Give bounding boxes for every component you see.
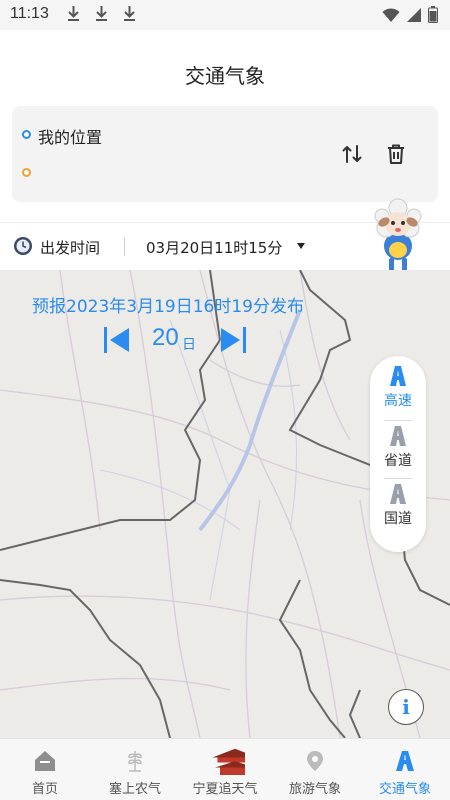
location-pin-icon xyxy=(307,751,323,771)
home-icon xyxy=(35,751,55,771)
route-card: 我的位置 xyxy=(12,106,438,202)
status-time: 11:13 xyxy=(10,5,49,22)
nav-label: 旅游气象 xyxy=(288,782,341,797)
app-header: 交通气象 xyxy=(0,30,450,102)
status-right xyxy=(382,6,438,23)
departure-time-select[interactable]: 03月20日11时15分 xyxy=(146,237,282,258)
road-type-selector: 高速 省道 国道 xyxy=(370,356,426,552)
bottom-nav: 首页 塞上农气 宁夏追天气 旅游气象 交通气象 xyxy=(0,738,450,800)
info-button[interactable]: i xyxy=(388,689,424,725)
signal-icon xyxy=(407,7,421,22)
nav-agri-weather[interactable]: 塞上农气 xyxy=(90,739,180,800)
next-day-button[interactable] xyxy=(220,327,246,353)
trash-icon xyxy=(388,144,404,164)
swap-icon xyxy=(342,145,362,163)
map-view[interactable]: 预报2023年3月19日16时19分发布 20 日 高速 省道 国道 i xyxy=(0,270,450,738)
agriculture-icon xyxy=(128,751,142,772)
download-icon xyxy=(96,6,107,21)
highway-icon xyxy=(390,366,406,386)
download-icon xyxy=(68,6,79,21)
start-point-icon xyxy=(22,130,31,139)
page-title: 交通气象 xyxy=(185,64,265,88)
road-type-label: 高速 xyxy=(384,393,412,409)
day-unit: 日 xyxy=(182,337,196,353)
departure-label: 出发时间 xyxy=(40,239,101,257)
nav-label: 首页 xyxy=(31,782,58,797)
day-value: 20 xyxy=(152,324,179,351)
info-icon: i xyxy=(402,695,410,719)
divider xyxy=(384,478,412,479)
nav-ningxia-weather[interactable]: 宁夏追天气 xyxy=(180,739,270,800)
caret-down-icon[interactable] xyxy=(296,241,306,251)
divider xyxy=(124,238,125,256)
landmark-icon xyxy=(212,748,245,775)
status-bar: 11:13 xyxy=(0,0,450,30)
nav-label: 交通气象 xyxy=(378,782,431,797)
mascot-sheep-icon[interactable] xyxy=(370,196,426,278)
road-type-highway[interactable]: 高速 xyxy=(370,364,426,420)
road-type-label: 国道 xyxy=(384,511,412,527)
road-type-provincial[interactable]: 省道 xyxy=(370,424,426,480)
road-icon xyxy=(396,751,414,771)
day-navigator: 20 日 xyxy=(104,324,246,356)
nav-label: 宁夏追天气 xyxy=(192,782,258,797)
battery-icon xyxy=(428,6,438,23)
end-point-icon xyxy=(22,168,31,177)
download-icon xyxy=(124,6,135,21)
swap-route-button[interactable] xyxy=(340,142,364,166)
nav-traffic-weather[interactable]: 交通气象 xyxy=(360,739,450,800)
clear-route-button[interactable] xyxy=(384,142,408,166)
forecast-issue-text: 预报2023年3月19日16时19分发布 xyxy=(32,297,304,317)
road-type-national[interactable]: 国道 xyxy=(370,482,426,538)
wifi-icon xyxy=(382,7,400,22)
nav-label: 塞上农气 xyxy=(108,782,161,797)
previous-day-button[interactable] xyxy=(104,327,130,353)
provincial-road-icon xyxy=(390,426,406,446)
notification-icons xyxy=(66,4,137,24)
road-type-label: 省道 xyxy=(384,453,412,469)
start-location-field[interactable]: 我的位置 xyxy=(38,124,102,148)
destination-field[interactable] xyxy=(38,162,238,182)
nav-travel-weather[interactable]: 旅游气象 xyxy=(270,739,360,800)
clock-icon xyxy=(14,237,32,255)
divider xyxy=(384,420,412,421)
nav-home[interactable]: 首页 xyxy=(0,739,90,800)
national-road-icon xyxy=(390,484,406,504)
